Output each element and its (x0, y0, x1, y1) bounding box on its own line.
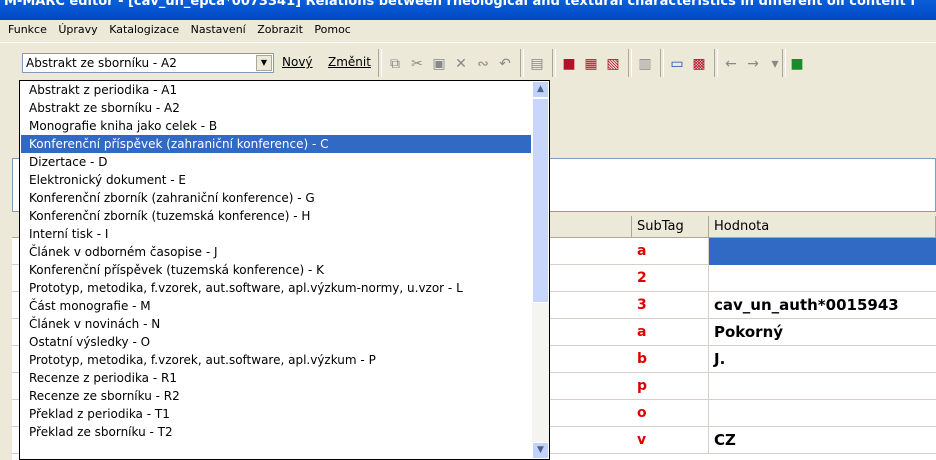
undo-icon[interactable]: ↶ (498, 57, 512, 71)
value-cell[interactable]: J. (709, 346, 936, 373)
grid-header-subtag[interactable]: SubTag (632, 216, 709, 238)
new-button[interactable]: Nový (282, 55, 313, 69)
toolbar-separator (520, 49, 524, 77)
dropdown-option[interactable]: Monografie kniha jako celek - B (21, 117, 531, 135)
dropdown-option[interactable]: Překlad ze sborníku - T2 (21, 423, 531, 441)
history-icon[interactable]: ▾ (768, 57, 782, 71)
value-cell[interactable]: CZ (709, 427, 936, 454)
toolbar-separator (378, 49, 382, 77)
dropdown-option[interactable]: Prototyp, metodika, f.vzorek, aut.softwa… (21, 351, 531, 369)
value-cell[interactable] (709, 238, 936, 265)
toolbar-separator (782, 49, 786, 77)
cut-icon[interactable]: ✂ (410, 57, 424, 71)
dropdown-option-selected[interactable]: Konferenční příspěvek (zahraniční konfer… (21, 135, 531, 153)
dropdown-option[interactable]: Ostatní výsledky - O (21, 333, 531, 351)
menu-zobrazit[interactable]: Zobrazit (253, 20, 307, 36)
menu-katalogizace[interactable]: Katalogizace (105, 20, 183, 36)
change-button[interactable]: Změnit (328, 55, 371, 69)
scroll-thumb[interactable] (532, 98, 549, 303)
dropdown-scrollbar[interactable]: ▲ ▼ (532, 81, 549, 459)
paste-icon[interactable]: ▣ (432, 57, 446, 71)
window-title: M-MARC editor - [cav_un_epca*0073341] Re… (4, 0, 916, 9)
record-type-combobox[interactable]: Abstrakt ze sborníku - A2 ▼ (22, 53, 274, 73)
toolbar-separator (714, 49, 718, 77)
menu-funkce[interactable]: Funkce (0, 20, 51, 36)
subtag-cell: b (632, 346, 709, 373)
dropdown-option[interactable]: Část monografie - M (21, 297, 531, 315)
menu-pomoc[interactable]: Pomoc (310, 20, 354, 36)
export-record-icon[interactable]: ▦ (584, 57, 598, 71)
dropdown-option[interactable]: Elektronický dokument - E (21, 171, 531, 189)
scroll-down-icon[interactable]: ▼ (532, 442, 549, 459)
delete-icon[interactable]: ✕ (454, 57, 468, 71)
value-cell[interactable] (709, 400, 936, 427)
chevron-down-icon[interactable]: ▼ (256, 55, 272, 71)
dropdown-option[interactable]: Konferenční zborník (tuzemská konference… (21, 207, 531, 225)
dropdown-option[interactable]: Článek v novinách - N (21, 315, 531, 333)
dropdown-option[interactable]: Konferenční příspěvek (tuzemská konferen… (21, 261, 531, 279)
value-cell[interactable]: Pokorný (709, 319, 936, 346)
menu-upravy[interactable]: Úpravy (54, 20, 101, 36)
refresh-icon[interactable]: ■ (790, 57, 804, 71)
check-icon[interactable]: ▥ (638, 57, 652, 71)
dropdown-option[interactable]: Abstrakt z periodika - A1 (21, 81, 531, 99)
save-record-icon[interactable]: ■ (562, 57, 576, 71)
menu-bar: Funkce Úpravy Katalogizace Nastavení Zob… (0, 20, 936, 40)
dropdown-option[interactable]: Recenze ze sborníku - R2 (21, 387, 531, 405)
menu-nastaveni[interactable]: Nastavení (187, 20, 250, 36)
subtag-cell: o (632, 400, 709, 427)
toolbar-separator (628, 49, 632, 77)
title-bar: M-MARC editor - [cav_un_epca*0073341] Re… (0, 0, 936, 20)
scroll-up-icon[interactable]: ▲ (532, 81, 549, 98)
copy-icon[interactable]: ⧉ (388, 57, 402, 71)
value-cell[interactable]: cav_un_auth*0015943 (709, 292, 936, 319)
record-type-value: Abstrakt ze sborníku - A2 (26, 56, 177, 70)
grid-header-value[interactable]: Hodnota (709, 216, 936, 238)
forward-icon[interactable]: → (746, 57, 760, 71)
toolbar: Abstrakt ze sborníku - A2 ▼ Nový Změnit … (0, 42, 936, 83)
value-cell[interactable] (709, 373, 936, 400)
replace-icon[interactable]: ∾ (476, 57, 490, 71)
subtag-cell: p (632, 373, 709, 400)
dropdown-option[interactable]: Článek v odborném časopise - J (21, 243, 531, 261)
value-cell[interactable] (709, 265, 936, 292)
dropdown-option[interactable]: Recenze z periodika - R1 (21, 369, 531, 387)
subtag-cell: v (632, 427, 709, 454)
dropdown-option[interactable]: Prototyp, metodika, f.vzorek, aut.softwa… (21, 279, 531, 297)
dropdown-option[interactable]: Abstrakt ze sborníku - A2 (21, 99, 531, 117)
dropdown-option[interactable]: Dizertace - D (21, 153, 531, 171)
view-icon[interactable]: ▭ (670, 57, 684, 71)
form-icon[interactable]: ▩ (692, 57, 706, 71)
send-record-icon[interactable]: ▧ (606, 57, 620, 71)
subtag-cell: 3 (632, 292, 709, 319)
record-type-dropdown-list[interactable]: Abstrakt z periodika - A1 Abstrakt ze sb… (19, 80, 550, 460)
toolbar-separator (660, 49, 664, 77)
dropdown-option[interactable]: Interní tisk - I (21, 225, 531, 243)
dropdown-option[interactable]: Konferenční zborník (zahraniční konferen… (21, 189, 531, 207)
record-icon[interactable]: ▤ (530, 57, 544, 71)
subtag-cell: a (632, 319, 709, 346)
toolbar-separator (552, 49, 556, 77)
back-icon[interactable]: ← (724, 57, 738, 71)
subtag-cell: 2 (632, 265, 709, 292)
dropdown-option[interactable]: Překlad z periodika - T1 (21, 405, 531, 423)
subtag-cell: a (632, 238, 709, 265)
